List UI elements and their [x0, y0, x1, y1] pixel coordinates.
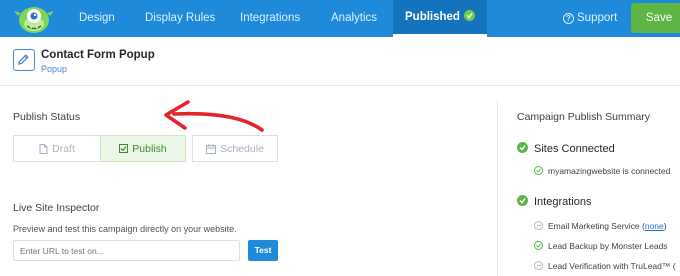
sites-connected-heading: Sites Connected — [517, 142, 615, 155]
email-service-close: ) — [663, 221, 667, 231]
live-site-inspector-title: Live Site Inspector — [13, 202, 100, 214]
lead-verification-item: Lead Verification with TruLead™ ( — [534, 261, 676, 271]
document-icon — [39, 143, 48, 154]
minus-circle-icon — [534, 221, 543, 230]
email-service-item: Email Marketing Service (none) — [534, 221, 667, 231]
nav-design[interactable]: Design — [79, 0, 115, 37]
email-service-none-link[interactable]: none — [645, 221, 664, 231]
lead-backup-label: Lead Backup by Monster Leads — [548, 241, 668, 251]
top-nav-bar: Design Display Rules Integrations Analyt… — [0, 0, 680, 37]
column-divider — [497, 101, 498, 276]
integrations-heading: Integrations — [517, 195, 591, 208]
support-label: Support — [577, 12, 618, 24]
minus-circle-icon — [534, 261, 543, 270]
campaign-title: Contact Form Popup — [41, 49, 155, 61]
test-url-input[interactable] — [13, 240, 240, 261]
campaign-header: Contact Form Popup Popup — [0, 37, 680, 86]
support-link[interactable]: ? Support — [563, 0, 617, 37]
save-button[interactable]: Save — [631, 3, 680, 33]
annotation-arrow-icon — [164, 100, 264, 132]
status-draft-label: Draft — [52, 142, 75, 155]
sites-connected-label: Sites Connected — [534, 143, 615, 155]
lead-backup-item: Lead Backup by Monster Leads — [534, 241, 668, 251]
publish-status-label: Publish Status — [13, 111, 81, 123]
inspector-description: Preview and test this campaign directly … — [13, 224, 237, 234]
nav-display-rules[interactable]: Display Rules — [145, 0, 215, 37]
summary-title: Campaign Publish Summary — [517, 111, 651, 123]
check-circle-outline-icon — [534, 166, 543, 175]
help-icon: ? — [563, 13, 574, 24]
check-circle-icon — [517, 142, 528, 153]
nav-analytics[interactable]: Analytics — [331, 0, 377, 37]
optinmonster-logo-icon[interactable] — [12, 2, 56, 35]
site-connected-item: myamazingwebsite is connected — [534, 166, 670, 176]
nav-integrations[interactable]: Integrations — [240, 0, 300, 37]
campaign-type: Popup — [41, 64, 68, 74]
checkbox-check-icon — [119, 144, 129, 153]
nav-published[interactable]: Published — [393, 0, 487, 37]
site-connected-label: myamazingwebsite is connected — [548, 166, 671, 176]
status-draft-button[interactable]: Draft — [13, 135, 100, 162]
published-check-icon — [463, 10, 475, 21]
test-button[interactable]: Test — [248, 240, 278, 261]
edit-pencil-icon[interactable] — [13, 49, 35, 71]
integrations-label: Integrations — [534, 196, 592, 208]
email-service-label: Email Marketing Service ( — [548, 221, 645, 231]
check-circle-icon — [517, 195, 528, 206]
lead-verification-label: Lead Verification with TruLead™ ( — [548, 261, 676, 271]
check-circle-outline-icon — [534, 241, 543, 250]
nav-published-label: Published — [405, 11, 460, 23]
